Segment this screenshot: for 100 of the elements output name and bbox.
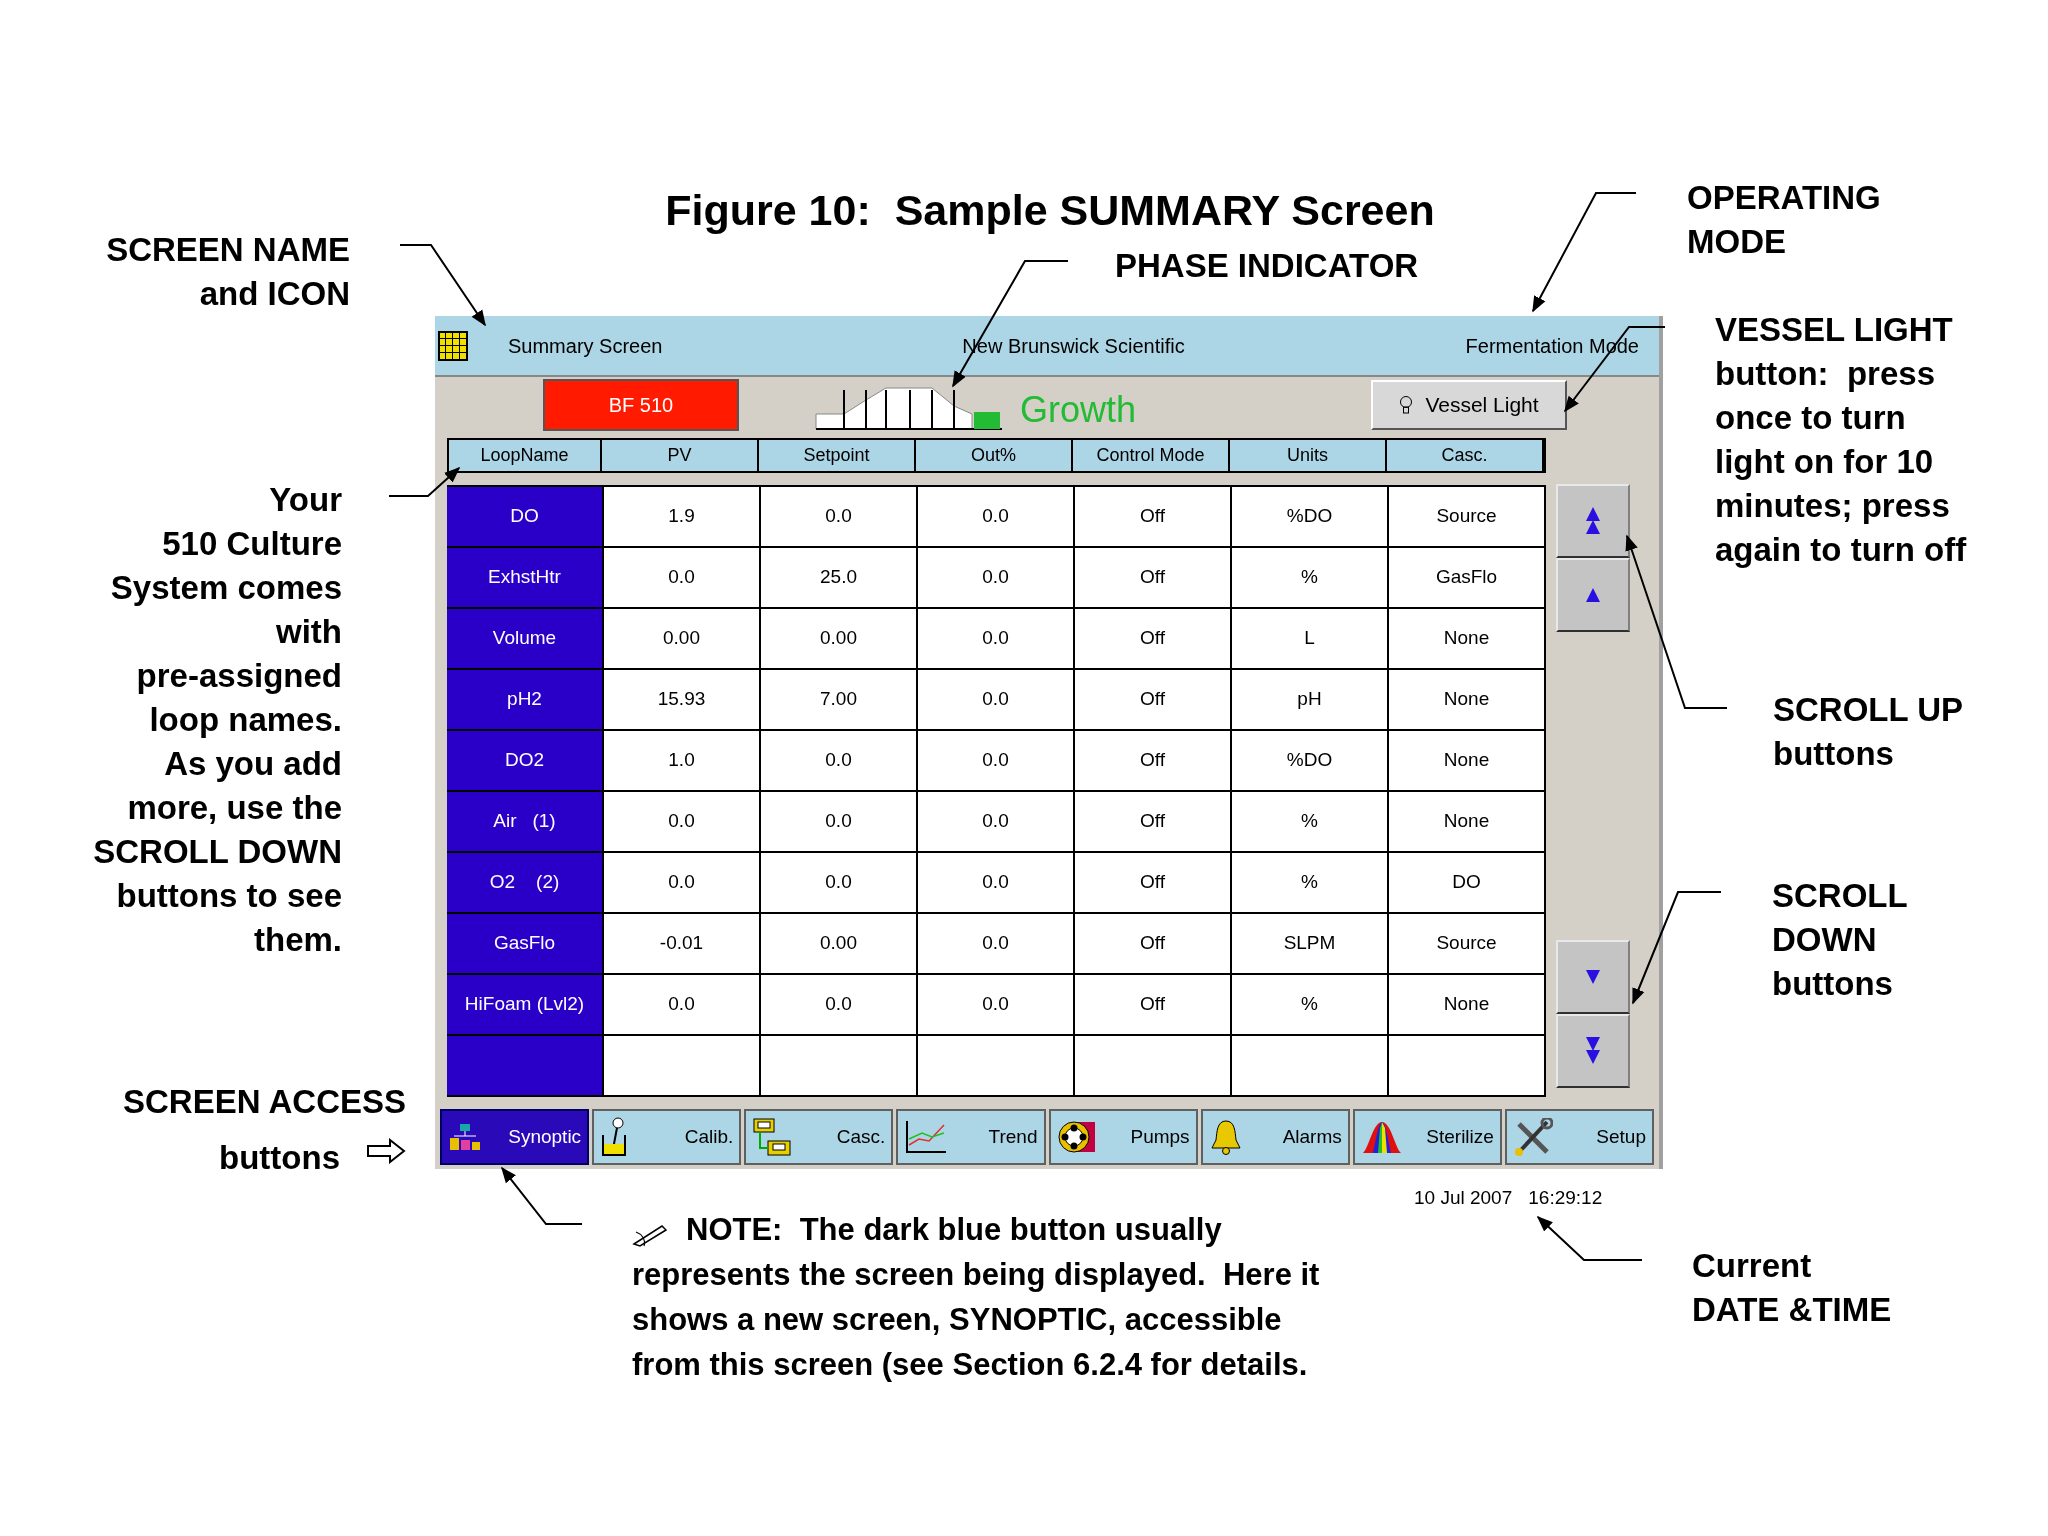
table-cell: 0.0	[604, 975, 761, 1034]
loop-name-button[interactable]: HiFoam (Lvl2)	[447, 975, 604, 1034]
right-arrow-icon	[366, 1138, 406, 1164]
callout-text: buttons	[218, 1138, 340, 1178]
callout-text: SCREEN NAME and ICON	[105, 230, 350, 314]
page-down-button[interactable]	[1556, 1014, 1630, 1088]
vessel-light-button[interactable]: Vessel Light	[1371, 379, 1567, 430]
note-text: NOTE: The dark blue button usually	[686, 1211, 1223, 1249]
table-cell: 0.0	[918, 609, 1075, 668]
table-cell: %DO	[1232, 487, 1389, 546]
callout-text: VESSEL LIGHT button: press once to turn light on for 10 minutes; press again to turn off	[1715, 310, 1968, 570]
table-cell: 25.0	[761, 548, 918, 607]
light-bulb-icon	[1399, 394, 1414, 415]
table-cell: None	[1389, 609, 1546, 668]
column-header: Units	[1230, 440, 1387, 471]
table-cell: 0.0	[604, 548, 761, 607]
table-cell: 15.93	[604, 670, 761, 729]
table-cell: None	[1389, 792, 1546, 851]
table-cell: 0.0	[761, 487, 918, 546]
callout-text: Current DATE &TIME	[1692, 1246, 1893, 1330]
loop-name-button[interactable]: ExhstHtr	[447, 548, 604, 607]
scroll-down-button[interactable]	[1556, 940, 1630, 1014]
loop-name-button[interactable]: pH2	[447, 670, 604, 729]
table-cell: -0.01	[604, 914, 761, 973]
table-cell: 0.00	[761, 609, 918, 668]
date-text: 10 Jul 2007	[1414, 1186, 1513, 1210]
table-cell: %	[1232, 792, 1389, 851]
table-cell: Off	[1075, 609, 1232, 668]
table-cell: DO	[1389, 853, 1546, 912]
table-cell: Off	[1075, 670, 1232, 729]
callout-text: OPERATING MODE	[1687, 178, 1882, 262]
table-cell: %	[1232, 853, 1389, 912]
table-cell: 0.0	[604, 792, 761, 851]
time-text: 16:29:12	[1528, 1186, 1603, 1210]
screen-access-button[interactable]: Setup	[1504, 1109, 1654, 1165]
table-cell: Off	[1075, 853, 1232, 912]
note-text: represents the screen being displayed. Here it shows a new screen, SYNOPTIC, accessible from this screen (see Section 6.2.4 for details.	[632, 1256, 1321, 1384]
table-cell: 1.0	[604, 731, 761, 790]
table-cell: 0.0	[761, 853, 918, 912]
table-cell: 0.0	[918, 853, 1075, 912]
pump-icon	[1056, 1120, 1097, 1154]
table-cell: 0.0	[918, 914, 1075, 973]
table-cell: 0.0	[918, 670, 1075, 729]
table-cell: %	[1232, 975, 1389, 1034]
table-cell: Off	[1075, 975, 1232, 1034]
screen-access-button[interactable]: Alarms	[1200, 1109, 1350, 1165]
loop-name-button[interactable]: DO	[447, 487, 604, 546]
screen-access-button[interactable]: Trend	[896, 1109, 1046, 1165]
spectrum-peak-icon	[1360, 1120, 1403, 1154]
screen-access-button[interactable]: Sterilize	[1352, 1109, 1502, 1165]
table-cell: 0.0	[761, 792, 918, 851]
column-header: PV	[602, 440, 759, 471]
table-cell: Source	[1389, 914, 1546, 973]
column-header: Casc.	[1387, 440, 1544, 471]
table-cell: None	[1389, 731, 1546, 790]
scroll-up-button[interactable]	[1556, 558, 1630, 632]
callout-text: SCROLL DOWN buttons	[1772, 876, 1909, 1004]
phase-label: Growth	[1020, 387, 1137, 432]
table-cell: Off	[1075, 548, 1232, 607]
loop-name-button[interactable]: O2 (2)	[447, 853, 604, 912]
page-up-button[interactable]	[1556, 484, 1630, 558]
loop-name-button[interactable]: GasFlo	[447, 914, 604, 973]
table-cell: 0.0	[761, 975, 918, 1034]
table-cell: L	[1232, 609, 1389, 668]
table-cell: Off	[1075, 914, 1232, 973]
table-cell: %	[1232, 548, 1389, 607]
table-cell: 0.0	[761, 731, 918, 790]
table-cell: Off	[1075, 731, 1232, 790]
bell-icon	[1208, 1118, 1243, 1156]
table-cell: 0.00	[761, 914, 918, 973]
screen-access-button[interactable]: Pumps	[1048, 1109, 1198, 1165]
loop-name-button[interactable]: Volume	[447, 609, 604, 668]
table-cell: 0.0	[918, 487, 1075, 546]
table-cell: 0.0	[918, 731, 1075, 790]
loop-name-button[interactable]: Air (1)	[447, 792, 604, 851]
table-cell: 0.0	[918, 548, 1075, 607]
table-cell: 0.0	[604, 853, 761, 912]
cascade-icon	[752, 1117, 793, 1157]
loop-name-button[interactable]: DO2	[447, 731, 604, 790]
table-cell: 7.00	[761, 670, 918, 729]
table-cell: 0.0	[918, 975, 1075, 1034]
table-cell: Off	[1075, 792, 1232, 851]
screen-access-button[interactable]: Synoptic	[440, 1109, 590, 1165]
screen-access-button[interactable]: Casc.	[744, 1109, 894, 1165]
table-cell: Source	[1389, 487, 1546, 546]
column-header: Control Mode	[1073, 440, 1230, 471]
column-header: Out%	[916, 440, 1073, 471]
figure-title: Figure 10: Sample SUMMARY Screen	[664, 185, 1436, 236]
table-cell: 0.0	[918, 792, 1075, 851]
screen-access-button[interactable]: Calib.	[592, 1109, 742, 1165]
callout-text: PHASE INDICATOR	[1115, 246, 1420, 286]
callout-text: Your 510 Culture System comes with pre-assigned loop names. As you add more, use the SCROLL DOWN buttons to see them.	[92, 480, 342, 960]
table-cell: Off	[1075, 487, 1232, 546]
line-chart-icon	[904, 1119, 949, 1155]
table-cell: None	[1389, 975, 1546, 1034]
table-cell: 0.00	[604, 609, 761, 668]
callout-text: SCROLL UP buttons	[1773, 690, 1965, 774]
column-header: LoopName	[449, 440, 602, 471]
unit-button[interactable]: BF 510	[543, 378, 739, 431]
table-cell: None	[1389, 670, 1546, 729]
